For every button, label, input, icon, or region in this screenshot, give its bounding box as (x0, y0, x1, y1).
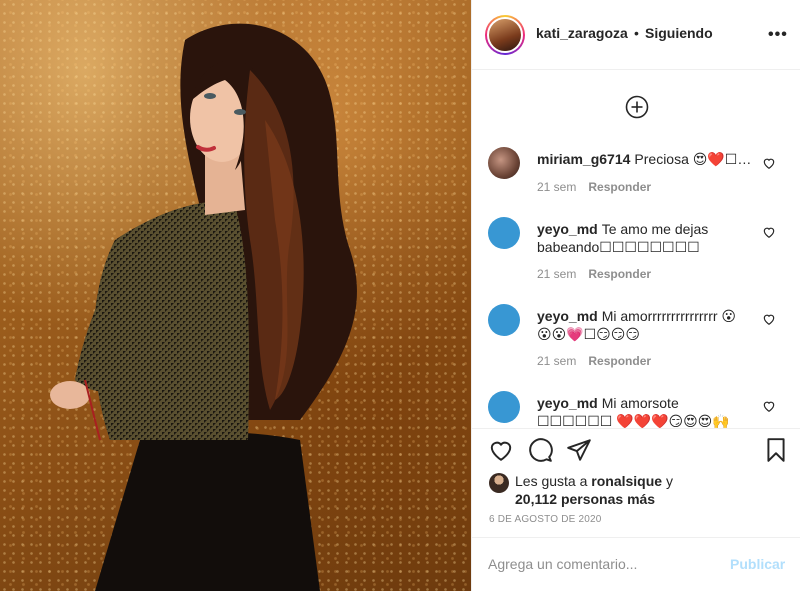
comment-text: Preciosa 😍❤️☐… (634, 151, 752, 167)
comment-username[interactable]: miriam_g6714 (537, 151, 630, 167)
comment-body: yeyo_md Te amo me dejas babeando☐☐☐☐☐☐☐☐ (537, 220, 752, 256)
commenter-avatar[interactable] (488, 217, 520, 249)
comment-meta: 21 sem Responder (537, 180, 651, 194)
author-username[interactable]: kati_zaragoza (536, 25, 628, 41)
comment-body: yeyo_md Mi amorsote ☐☐☐☐☐☐ ❤️❤️❤️😏😍😍🙌 (537, 394, 752, 428)
reply-button[interactable]: Responder (588, 180, 651, 194)
comments-list[interactable]: miriam_g6714 Preciosa 😍❤️☐… 21 sem Respond… (472, 71, 800, 428)
post-date[interactable]: 6 DE AGOSTO DE 2020 (489, 514, 602, 525)
woman-figure (50, 23, 357, 591)
paper-plane-icon[interactable] (566, 437, 592, 463)
plus-circle-icon[interactable] (625, 95, 649, 119)
comment-username[interactable]: yeyo_md (537, 395, 598, 411)
comment-body: yeyo_md Mi amorrrrrrrrrrrrrrr 😮 😮😮💗☐😏😏😏 (537, 307, 752, 343)
comment-time[interactable]: 21 sem (537, 354, 576, 368)
likes-conjunction: y (665, 473, 673, 489)
heart-icon[interactable] (762, 225, 776, 239)
post-photo[interactable] (0, 0, 471, 591)
add-comment-bar: Agrega un comentario... Publicar (472, 537, 800, 591)
likes-count[interactable]: 20,112 personas más (515, 491, 655, 507)
comment-username[interactable]: yeyo_md (537, 221, 598, 237)
heart-icon[interactable] (762, 399, 776, 413)
follow-status-button[interactable]: Siguiendo (645, 25, 713, 41)
comment-body: miriam_g6714 Preciosa 😍❤️☐… (537, 150, 752, 168)
reply-button[interactable]: Responder (588, 354, 651, 368)
comment-meta: 21 sem Responder (537, 354, 651, 368)
bookmark-icon[interactable] (763, 437, 789, 463)
comment-time[interactable]: 21 sem (537, 267, 576, 281)
more-options-icon[interactable]: ••• (768, 26, 788, 44)
commenter-avatar[interactable] (488, 391, 520, 423)
liker-username[interactable]: ronalsique (591, 473, 662, 489)
heart-icon[interactable] (488, 437, 514, 463)
post-header: kati_zaragoza • Siguiendo ••• (472, 0, 800, 70)
liker-avatar[interactable] (489, 473, 509, 493)
comment-time[interactable]: 21 sem (537, 180, 576, 194)
heart-icon[interactable] (762, 312, 776, 326)
post-actions-bar (472, 428, 800, 472)
comment-meta: 21 sem Responder (537, 267, 651, 281)
commenter-avatar[interactable] (488, 147, 520, 179)
heart-icon[interactable] (762, 156, 776, 170)
header-separator: • (634, 25, 639, 41)
comment-username[interactable]: yeyo_md (537, 308, 598, 324)
comment-input[interactable]: Agrega un comentario... (488, 556, 708, 572)
likes-prefix: Les gusta a (515, 473, 588, 489)
author-avatar[interactable] (485, 15, 525, 55)
post-comment-button[interactable]: Publicar (730, 556, 785, 572)
reply-button[interactable]: Responder (588, 267, 651, 281)
likes-summary: Les gusta a ronalsique y 20,112 personas… (489, 472, 789, 508)
post-side-panel: kati_zaragoza • Siguiendo ••• miriam_g67… (471, 0, 800, 591)
commenter-avatar[interactable] (488, 304, 520, 336)
comment-icon[interactable] (527, 437, 553, 463)
